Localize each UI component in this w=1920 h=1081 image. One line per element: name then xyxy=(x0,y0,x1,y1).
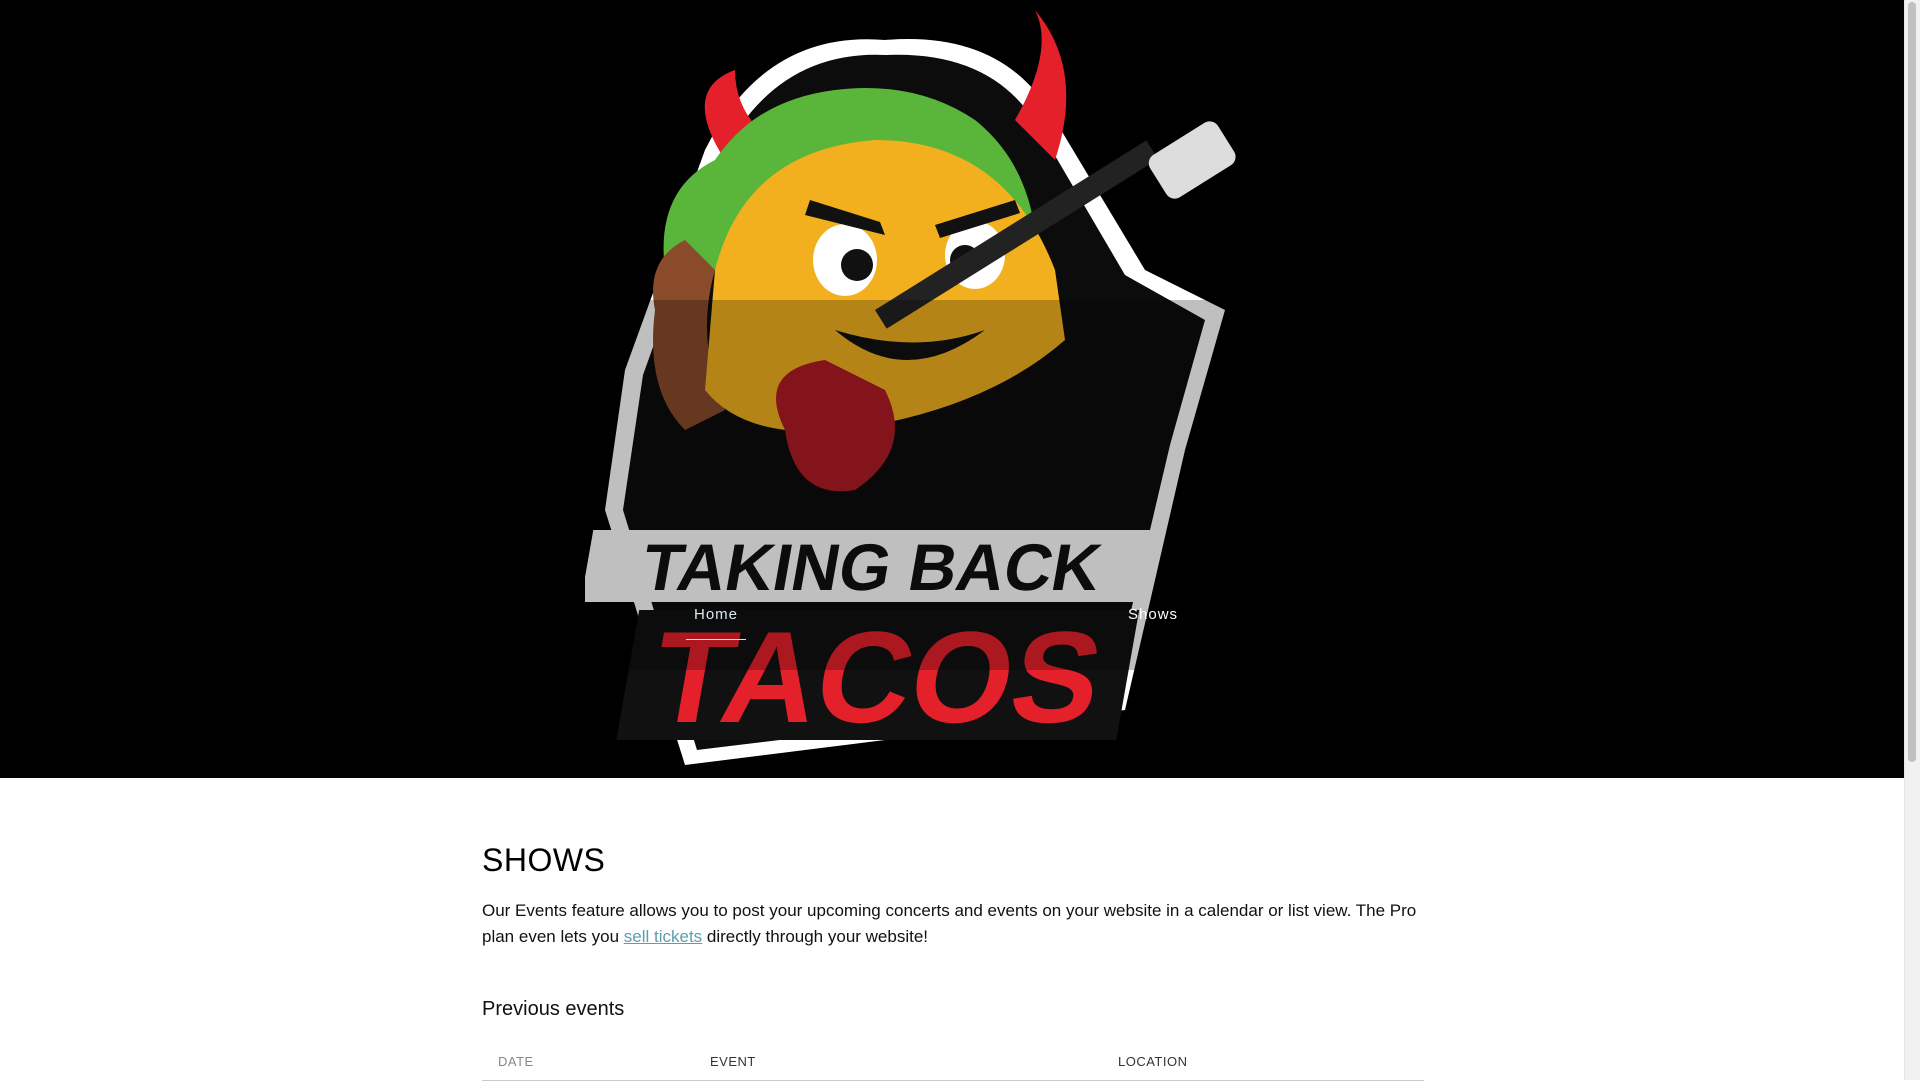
previous-events-heading: Previous events xyxy=(482,998,625,1020)
nav-item-shows[interactable]: Shows xyxy=(1120,596,1186,639)
main-nav: Home Shows xyxy=(0,596,1905,644)
column-header-event[interactable]: EVENT xyxy=(694,1044,1102,1081)
intro-text-start: Our Events feature allows you to post yo… xyxy=(482,901,1417,946)
intro-text-end: directly through your website! xyxy=(702,927,929,946)
site-header: TAKING BACK TACOS Home Shows xyxy=(0,0,1905,778)
nav-item-home[interactable]: Home xyxy=(686,596,747,640)
intro-paragraph: Our Events feature allows you to post yo… xyxy=(482,898,1424,950)
events-table: DATE EVENT LOCATION xyxy=(482,1044,1424,1081)
page-title: SHOWS xyxy=(482,842,606,878)
column-header-date[interactable]: DATE xyxy=(482,1044,694,1081)
vertical-scrollbar[interactable] xyxy=(1904,0,1920,1080)
table-header-row: DATE EVENT LOCATION xyxy=(482,1044,1424,1081)
column-header-location[interactable]: LOCATION xyxy=(1102,1044,1424,1081)
sell-tickets-link[interactable]: sell tickets xyxy=(624,927,702,946)
scrollbar-thumb[interactable] xyxy=(1908,2,1916,762)
